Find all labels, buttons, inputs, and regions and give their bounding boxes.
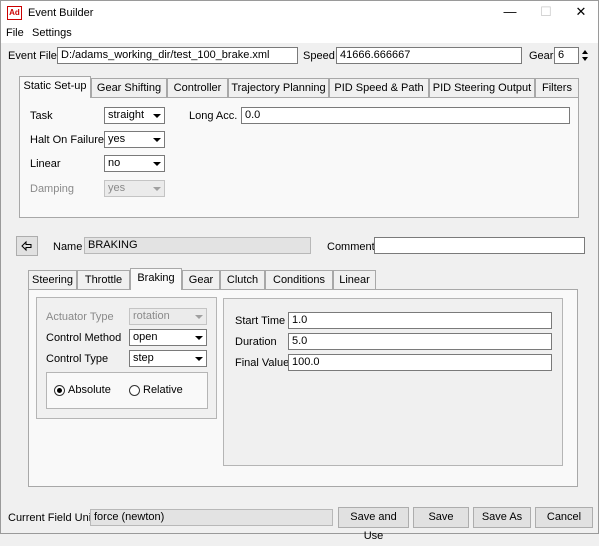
current-field-unit-label: Current Field Unit [8, 512, 95, 524]
duration-field[interactable]: 5.0 [288, 333, 552, 350]
back-arrow-icon [21, 240, 32, 252]
actuator-type-label: Actuator Type [46, 311, 114, 323]
damping-select-value: yes [108, 182, 126, 194]
actuator-type-value: rotation [133, 310, 170, 322]
name-field: BRAKING [84, 237, 311, 254]
tab-static-setup[interactable]: Static Set-up [19, 76, 91, 98]
comment-label: Comment [327, 241, 375, 253]
tab-clutch[interactable]: Clutch [220, 270, 265, 290]
halt-on-failure-select[interactable]: yes [104, 131, 165, 148]
start-time-label: Start Time [235, 315, 286, 327]
chevron-down-icon [193, 310, 205, 323]
menu-bar: File Settings [1, 25, 598, 43]
maximize-icon: ☐ [540, 4, 552, 19]
tab-conditions[interactable]: Conditions [265, 270, 333, 290]
control-method-label: Control Method [46, 332, 122, 344]
linear-label: Linear [30, 158, 61, 170]
control-method-value: open [133, 331, 158, 343]
tab-pid-steering-output[interactable]: PID Steering Output [429, 78, 535, 98]
close-icon[interactable]: ✕ [564, 1, 598, 25]
tab-filters[interactable]: Filters [535, 78, 579, 98]
task-label: Task [30, 110, 53, 122]
back-button[interactable] [16, 236, 38, 256]
chevron-down-icon [151, 182, 163, 195]
adams-app-icon: Ad [7, 6, 22, 20]
chevron-down-icon [193, 331, 205, 344]
comment-field[interactable] [374, 237, 585, 254]
linear-select[interactable]: no [104, 155, 165, 172]
actuator-type-select: rotation [129, 308, 207, 325]
speed-field[interactable]: 41666.666667 [336, 47, 522, 64]
tab-throttle[interactable]: Throttle [77, 270, 130, 290]
final-value-field[interactable]: 100.0 [288, 354, 552, 371]
chevron-down-icon [151, 109, 163, 122]
tab-trajectory-planning[interactable]: Trajectory Planning [228, 78, 329, 98]
title-bar: Ad Event Builder — ☐ ✕ [1, 1, 598, 25]
tab-braking[interactable]: Braking [130, 268, 182, 290]
name-label: Name [53, 241, 83, 253]
cancel-button[interactable]: Cancel [535, 507, 593, 528]
tab-steering[interactable]: Steering [28, 270, 77, 290]
menu-settings[interactable]: Settings [32, 27, 72, 39]
control-type-label: Control Type [46, 353, 109, 365]
relative-label[interactable]: Relative [143, 384, 183, 396]
long-acc-label: Long Acc. [189, 110, 238, 122]
chevron-down-icon [151, 133, 163, 146]
save-and-use-button[interactable]: Save and Use [338, 507, 409, 542]
start-time-field[interactable]: 1.0 [288, 312, 552, 329]
event-builder-window: Ad Event Builder — ☐ ✕ File Settings Eve… [0, 0, 599, 542]
damping-label: Damping [30, 183, 75, 195]
absolute-radio[interactable] [54, 385, 65, 396]
control-type-value: step [133, 352, 154, 364]
halt-on-failure-value: yes [108, 133, 126, 145]
control-type-select[interactable]: step [129, 350, 207, 367]
current-field-unit-field: force (newton) [90, 509, 333, 526]
speed-label: Speed [303, 50, 335, 62]
final-value-label: Final Value [235, 357, 290, 369]
spinner-arrows-icon [582, 50, 588, 61]
menu-file[interactable]: File [6, 27, 24, 39]
event-file-field[interactable]: D:/adams_working_dir/test_100_brake.xml [57, 47, 298, 64]
tab-gear-shifting[interactable]: Gear Shifting [91, 78, 167, 98]
absolute-label[interactable]: Absolute [68, 384, 111, 396]
long-acc-field[interactable]: 0.0 [241, 107, 570, 124]
damping-select: yes [104, 180, 165, 197]
chevron-down-icon [151, 157, 163, 170]
tab-controller[interactable]: Controller [167, 78, 228, 98]
save-as-button[interactable]: Save As [473, 507, 531, 528]
task-select[interactable]: straight [104, 107, 165, 124]
event-file-label: Event File [8, 50, 57, 62]
tab-linear[interactable]: Linear [333, 270, 376, 290]
linear-select-value: no [108, 157, 121, 169]
minimize-icon[interactable]: — [493, 1, 527, 25]
tab-pid-speed-path[interactable]: PID Speed & Path [329, 78, 429, 98]
tab-gear[interactable]: Gear [182, 270, 220, 290]
gear-field[interactable]: 6 [554, 47, 579, 64]
chevron-down-icon [193, 352, 205, 365]
gear-spinner[interactable] [579, 47, 591, 64]
halt-on-failure-label: Halt On Failure [30, 134, 104, 146]
relative-radio[interactable] [129, 385, 140, 396]
duration-label: Duration [235, 336, 277, 348]
window-title: Event Builder [28, 7, 94, 19]
task-select-value: straight [108, 109, 145, 121]
save-button[interactable]: Save [413, 507, 469, 528]
gear-label: Gear [529, 50, 554, 62]
control-method-select[interactable]: open [129, 329, 207, 346]
